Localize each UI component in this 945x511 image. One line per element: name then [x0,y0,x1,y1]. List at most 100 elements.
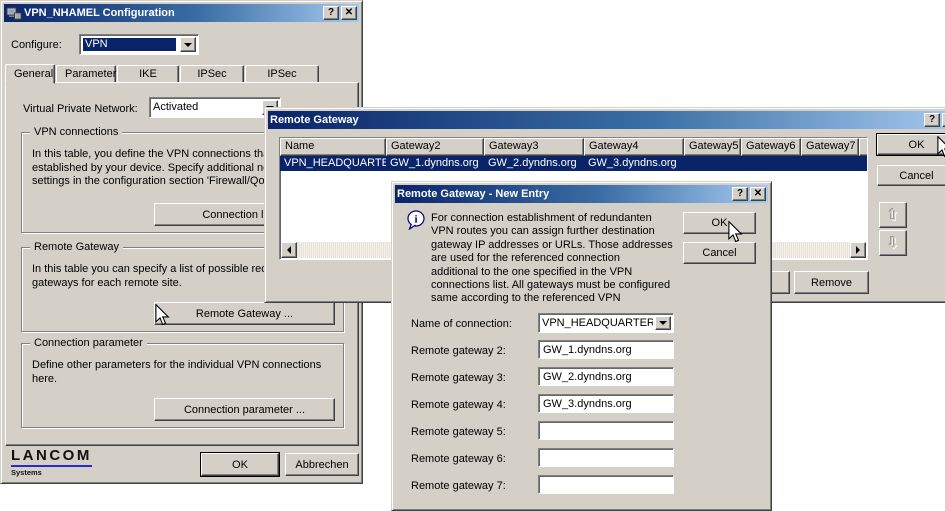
window-title: Remote Gateway [270,114,922,126]
field-label: Remote gateway 3: [411,372,506,384]
help-button[interactable]: ? [924,113,940,127]
column-header[interactable]: Gateway2 [386,138,484,156]
tab-parameter[interactable]: Parameter [56,65,116,83]
cell-gateway7 [801,156,859,171]
mouse-cursor [727,221,743,246]
help-button[interactable]: ? [323,6,339,20]
field-label: Name of connection: [411,318,512,330]
group-title: VPN connections [30,125,122,139]
app-icon [6,5,22,21]
info-line: are used for the referenced connection [431,252,673,265]
field-label: Remote gateway 6: [411,453,506,465]
abbrechen-button[interactable]: Abbrechen [285,453,359,476]
info-line: VPN routes you can assign further destin… [431,225,673,238]
info-line: same according to the referenced VPN [431,292,673,305]
close-icon[interactable]: ✕ [750,187,766,201]
cell-gateway3: GW_2.dyndns.org [484,156,584,171]
ok-button[interactable]: OK [683,212,756,234]
field-label: Remote gateway 7: [411,480,506,492]
group-text-line: settings in the configuration section 'F… [32,175,296,189]
info-line: gateway IP addresses or URLs. Those addr… [431,239,673,252]
move-down-button[interactable]: ⇩ [879,230,907,256]
field-label: Remote gateway 4: [411,399,506,411]
cell-gateway4: GW_3.dyndns.org [584,156,684,171]
remote-gateway-4-input[interactable] [538,394,674,413]
close-icon[interactable]: ✕ [341,6,357,20]
group-text-line: gateways for each remote site. [32,277,301,291]
tab-ipsec-prop[interactable]: IPSec prop. [180,65,244,83]
field-label: Remote gateway 5: [411,426,506,438]
remote-gateway-6-input[interactable] [538,448,674,467]
info-line: additional to the one specified in the V… [431,266,673,279]
group-text-line: here. [32,373,321,387]
group-title: Remote Gateway [30,240,123,254]
info-text: For connection establishment of redundan… [431,212,673,306]
column-header[interactable]: Gateway6 [741,138,801,156]
vpn-config-titlebar[interactable]: VPN_NHAMEL Configuration ? ✕ [4,4,359,22]
cell-gateway2: GW_1.dyndns.org [386,156,484,171]
cancel-button[interactable]: Cancel [877,165,945,186]
column-header[interactable]: Gateway3 [484,138,584,156]
gateway-table-header: Name Gateway2 Gateway3 Gateway4 Gateway5… [280,138,867,156]
ok-button[interactable]: OK [201,453,279,476]
scroll-left-button[interactable] [281,242,297,258]
vpn-activation-combobox[interactable]: Activated [149,97,281,118]
vpn-activation-label: Virtual Private Network: [23,103,138,115]
group-text-line: In this table, you define the VPN connec… [32,148,296,162]
scroll-right-button[interactable] [850,242,866,258]
group-text-line: established by your device. Specify addi… [32,162,296,176]
new-entry-dialog: Remote Gateway - New Entry ? ✕ i For con… [391,181,772,511]
column-header[interactable]: Name [280,138,386,156]
logo-sub: Systems [11,468,92,477]
configure-label: Configure: [11,39,62,51]
column-header[interactable]: Gateway5 [684,138,741,156]
table-row[interactable]: VPN_HEADQUARTER GW_1.dyndns.org GW_2.dyn… [280,156,867,171]
column-header-filler [859,138,868,156]
connection-name-combobox[interactable]: VPN_HEADQUARTER [538,313,674,333]
group-text-line: In this table you can specify a list of … [32,263,301,277]
remote-gateway-2-input[interactable] [538,340,674,359]
move-up-button[interactable]: ⇧ [879,202,907,228]
configure-combobox[interactable]: VPN [79,34,199,55]
connection-name-value: VPN_HEADQUARTER [542,317,653,329]
remote-gateway-5-input[interactable] [538,421,674,440]
remote-gateway-button[interactable]: Remote Gateway ... [154,302,335,325]
help-button[interactable]: ? [732,187,748,201]
remote-gateway-titlebar[interactable]: Remote Gateway ? ✕ [268,111,945,129]
arrow-down-icon: ⇩ [887,234,900,252]
config-tabs: General Parameter IKE param. IPSec prop.… [5,64,320,83]
chevron-down-icon[interactable] [655,316,671,330]
info-line: connections list. All gateways must be c… [431,279,673,292]
window-title: VPN_NHAMEL Configuration [24,7,321,19]
logo-brand: LANCOM [11,447,92,467]
tab-general[interactable]: General [5,64,55,84]
svg-text:i: i [414,214,417,226]
group-text-line: Define other parameters for the individu… [32,359,321,373]
cell-gateway5 [684,156,741,171]
info-line: For connection establishment of redundan… [431,212,673,225]
info-icon: i [407,210,426,233]
mouse-cursor [154,304,170,329]
connection-parameter-button[interactable]: Connection parameter ... [154,398,335,421]
window-title: Remote Gateway - New Entry [397,188,730,200]
configure-value: VPN [83,38,176,51]
remove-button[interactable]: Remove [794,271,869,294]
group-title: Connection parameter [30,336,147,350]
mouse-cursor [936,136,945,161]
cell-filler [859,156,867,171]
cell-gateway6 [741,156,801,171]
column-header[interactable]: Gateway7 [801,138,859,156]
lancom-logo: LANCOM Systems [11,447,92,477]
tab-ipsec-param[interactable]: IPSec param. [245,65,319,83]
remote-gateway-3-input[interactable] [538,367,674,386]
field-label: Remote gateway 2: [411,345,506,357]
vpn-activation-value: Activated [153,101,260,114]
cell-name: VPN_HEADQUARTER [280,156,386,171]
chevron-down-icon[interactable] [180,37,196,52]
column-header[interactable]: Gateway4 [584,138,684,156]
cancel-button[interactable]: Cancel [683,242,756,264]
tab-ike-param[interactable]: IKE param. [117,65,179,83]
arrow-up-icon: ⇧ [887,206,900,224]
ok-button[interactable]: OK [877,134,945,155]
new-entry-titlebar[interactable]: Remote Gateway - New Entry ? ✕ [395,185,768,203]
